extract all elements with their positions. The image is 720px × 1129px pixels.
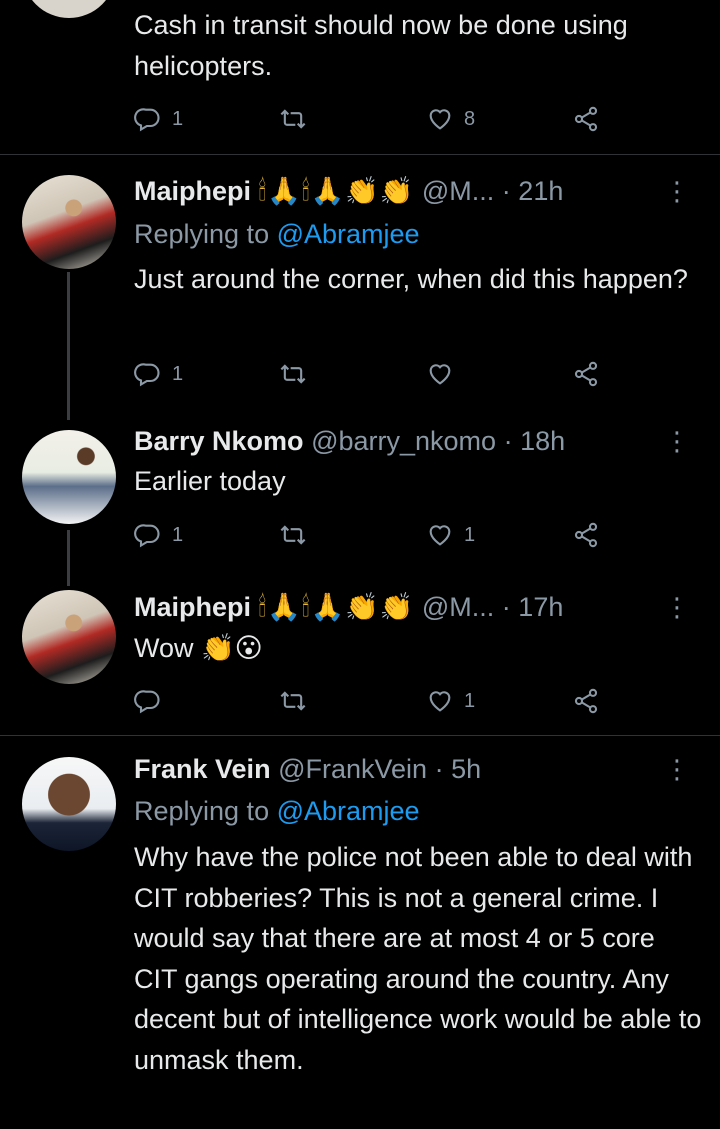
reply-button[interactable]: 1 [134,102,183,136]
display-name[interactable]: Maiphepi [134,176,251,206]
heart-icon [426,687,454,715]
retweet-button[interactable] [279,684,307,718]
retweet-icon [279,105,307,133]
heart-icon [426,360,454,388]
retweet-button[interactable] [279,102,307,136]
reply-count: 1 [172,107,184,130]
reply-button[interactable] [134,684,162,718]
replying-to: Replying to @Abramjee [134,795,420,827]
name-emoji: 🕯🙏🕯🙏👏👏 [258,176,415,206]
reply-icon [134,105,162,133]
tweet-header: Frank Vein @FrankVein · 5h [134,753,481,785]
handle[interactable]: @barry_nkomo [311,426,496,456]
reply-icon [134,521,162,549]
name-emoji: 🕯🙏🕯🙏👏👏 [258,592,415,622]
tweet-4[interactable]: Frank Vein @FrankVein · 5h ⋮ Replying to… [0,736,720,1129]
more-options-icon[interactable]: ⋮ [664,425,690,457]
share-icon [572,687,600,715]
handle[interactable]: @M... [422,176,494,206]
like-count: 1 [464,689,476,712]
tweet-3[interactable]: Maiphepi 🕯🙏🕯🙏👏👏 @M... · 17h ⋮ Wow 👏😮 1 [0,578,720,735]
tweet-header: Barry Nkomo @barry_nkomo · 18h [134,425,565,457]
action-bar: 1 [134,357,614,391]
separator-dot: · [503,426,513,456]
avatar[interactable] [22,175,116,269]
retweet-button[interactable] [279,357,307,391]
heart-icon [426,521,454,549]
share-button[interactable] [572,102,600,136]
retweet-icon [279,687,307,715]
retweet-icon [279,360,307,388]
retweet-icon [279,521,307,549]
avatar[interactable] [22,430,116,524]
handle[interactable]: @FrankVein [278,754,427,784]
action-bar: 1 1 [134,518,614,552]
share-button[interactable] [572,518,600,552]
more-options-icon[interactable]: ⋮ [664,175,690,207]
tweet-text: Why have the police not been able to dea… [134,842,702,1075]
tweet-0[interactable]: Cash in transit should now be done using… [0,0,720,154]
tweet-header: Maiphepi 🕯🙏🕯🙏👏👏 @M... · 21h [134,175,563,207]
share-icon [572,105,600,133]
action-bar: 1 8 [134,102,614,136]
share-button[interactable] [572,357,600,391]
share-icon [572,521,600,549]
like-button[interactable]: 1 [426,684,475,718]
like-count: 8 [464,107,476,130]
reply-button[interactable]: 1 [134,357,183,391]
separator-dot: · [501,176,511,206]
timestamp[interactable]: 21h [518,176,563,206]
tweet-header: Maiphepi 🕯🙏🕯🙏👏👏 @M... · 17h [134,591,563,623]
avatar[interactable] [22,757,116,851]
timestamp[interactable]: 17h [518,592,563,622]
reply-icon [134,687,162,715]
timestamp[interactable]: 5h [451,754,481,784]
display-name[interactable]: Barry Nkomo [134,426,304,456]
reply-button[interactable]: 1 [134,518,183,552]
like-button[interactable]: 1 [426,518,475,552]
separator-dot: · [434,754,444,784]
avatar[interactable] [22,0,116,18]
mention-link[interactable]: @Abramjee [277,796,420,826]
action-bar: 1 [134,684,614,718]
share-button[interactable] [572,684,600,718]
timestamp[interactable]: 18h [520,426,565,456]
tweet-2[interactable]: Barry Nkomo @barry_nkomo · 18h ⋮ Earlier… [0,413,720,578]
reply-count: 1 [172,523,184,546]
display-name[interactable]: Maiphepi [134,592,251,622]
tweet-text: Cash in transit should now be done using… [134,10,628,81]
share-icon [572,360,600,388]
like-button[interactable] [426,357,454,391]
like-button[interactable]: 8 [426,102,475,136]
separator-dot: · [501,592,511,622]
heart-icon [426,105,454,133]
tweet-1[interactable]: Maiphepi 🕯🙏🕯🙏👏👏 @M... · 21h ⋮ Replying t… [0,155,720,413]
reply-icon [134,360,162,388]
more-options-icon[interactable]: ⋮ [664,753,690,785]
handle[interactable]: @M... [422,592,494,622]
reply-count: 1 [172,362,184,385]
avatar[interactable] [22,590,116,684]
more-options-icon[interactable]: ⋮ [664,591,690,623]
mention-link[interactable]: @Abramjee [277,219,420,249]
tweet-text: Just around the corner, when did this ha… [134,264,688,294]
like-count: 1 [464,523,476,546]
tweet-text: Earlier today [134,466,286,496]
display-name[interactable]: Frank Vein [134,754,271,784]
tweet-text: Wow 👏😮 [134,633,263,663]
replying-label: Replying to [134,219,270,249]
replying-label: Replying to [134,796,270,826]
replying-to: Replying to @Abramjee [134,218,420,250]
retweet-button[interactable] [279,518,307,552]
